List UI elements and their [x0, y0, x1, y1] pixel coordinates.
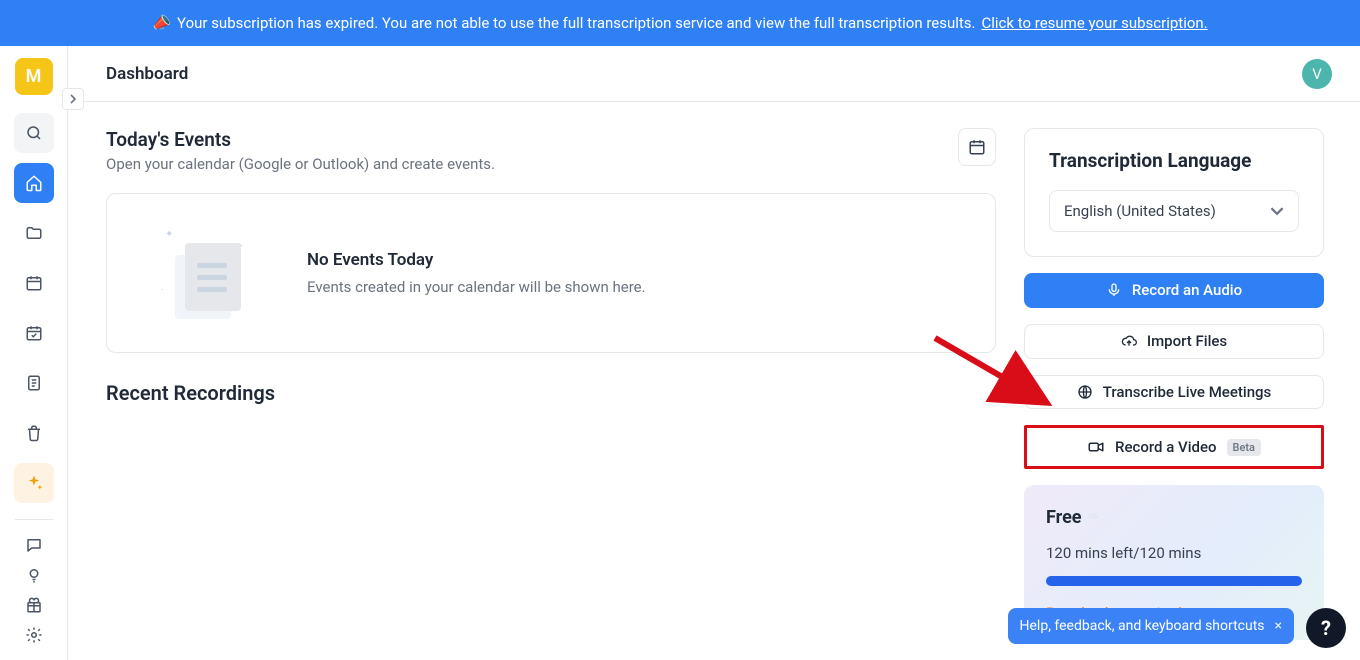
plan-usage-bar	[1046, 576, 1302, 586]
events-empty-subtitle: Events created in your calendar will be …	[307, 278, 646, 296]
record-video-button[interactable]: Record a Video Beta	[1024, 425, 1324, 469]
sidebar-location[interactable]	[25, 566, 43, 584]
sidebar-chat[interactable]	[25, 536, 43, 554]
sidebar-calendar-check[interactable]	[14, 313, 54, 353]
home-icon	[25, 174, 43, 192]
gear-icon	[25, 626, 43, 644]
sidebar-calendar[interactable]	[14, 263, 54, 303]
app-logo[interactable]: M	[15, 58, 53, 95]
notes-icon	[25, 374, 43, 392]
beta-badge: Beta	[1227, 439, 1261, 456]
page-title: Dashboard	[106, 64, 188, 84]
recent-recordings-title: Recent Recordings	[106, 381, 996, 405]
microphone-icon	[1106, 282, 1122, 298]
wing-icon: ❧	[1088, 509, 1100, 525]
plan-usage: 120 mins left/120 mins	[1046, 544, 1302, 562]
help-pill[interactable]: Help, feedback, and keyboard shortcuts ×	[1008, 608, 1294, 644]
folder-icon	[25, 224, 43, 242]
sidebar-divider	[15, 519, 53, 520]
subscription-expired-banner: 📣 Your subscription has expired. You are…	[0, 0, 1360, 46]
sidebar-home[interactable]	[14, 163, 54, 203]
help-launcher[interactable]: ?	[1306, 608, 1346, 648]
megaphone-icon: 📣	[150, 12, 173, 34]
sidebar-trash[interactable]	[14, 413, 54, 453]
bulb-icon	[25, 566, 43, 584]
transcribe-live-button[interactable]: Transcribe Live Meetings	[1024, 375, 1324, 410]
video-icon	[1087, 438, 1105, 456]
help-pill-close[interactable]: ×	[1275, 618, 1282, 634]
topbar: Dashboard V	[68, 46, 1360, 102]
events-empty-card: ✦+· No Events Today Events created in yo…	[106, 193, 996, 353]
todays-events-title: Today's Events	[106, 128, 495, 151]
sidebar-notes[interactable]	[14, 363, 54, 403]
todays-events-subtitle: Open your calendar (Google or Outlook) a…	[106, 155, 495, 173]
import-files-button[interactable]: Import Files	[1024, 324, 1324, 359]
record-video-label: Record a Video	[1115, 438, 1216, 456]
sidebar-settings[interactable]	[25, 626, 43, 644]
empty-events-illustration: ✦+·	[157, 223, 267, 323]
import-files-label: Import Files	[1147, 332, 1227, 350]
sidebar-search[interactable]	[14, 113, 54, 153]
language-select[interactable]: English (United States)	[1049, 190, 1299, 232]
sidebar-ai[interactable]	[14, 463, 54, 503]
resume-subscription-link[interactable]: Click to resume your subscription.	[982, 14, 1208, 32]
calendar-icon	[25, 274, 43, 292]
record-audio-label: Record an Audio	[1132, 281, 1242, 299]
plan-name-text: Free	[1046, 507, 1082, 528]
user-avatar[interactable]: V	[1302, 59, 1332, 89]
sidebar: M	[0, 46, 68, 660]
calendar-icon	[968, 138, 986, 156]
plan-name: Free ❧	[1046, 507, 1302, 528]
chevron-right-icon	[68, 94, 78, 104]
events-empty-title: No Events Today	[307, 250, 646, 270]
sparkle-icon	[24, 473, 44, 493]
sidebar-collapse-toggle[interactable]	[62, 88, 84, 110]
chevron-down-icon	[1270, 204, 1284, 218]
sidebar-folder[interactable]	[14, 213, 54, 253]
banner-text: Your subscription has expired. You are n…	[177, 14, 975, 32]
sidebar-gift[interactable]	[25, 596, 43, 614]
gift-icon	[25, 596, 43, 614]
record-audio-button[interactable]: Record an Audio	[1024, 273, 1324, 308]
transcription-language-card: Transcription Language English (United S…	[1024, 128, 1324, 257]
calendar-check-icon	[25, 324, 43, 342]
globe-icon	[1077, 384, 1093, 400]
help-pill-text: Help, feedback, and keyboard shortcuts	[1020, 618, 1265, 634]
trash-icon	[25, 424, 43, 442]
language-select-value: English (United States)	[1064, 202, 1216, 220]
search-icon	[25, 124, 43, 142]
transcription-language-title: Transcription Language	[1049, 149, 1299, 172]
transcribe-live-label: Transcribe Live Meetings	[1103, 383, 1272, 401]
chat-icon	[25, 536, 43, 554]
upload-cloud-icon	[1121, 333, 1137, 349]
open-calendar-button[interactable]	[958, 128, 996, 166]
